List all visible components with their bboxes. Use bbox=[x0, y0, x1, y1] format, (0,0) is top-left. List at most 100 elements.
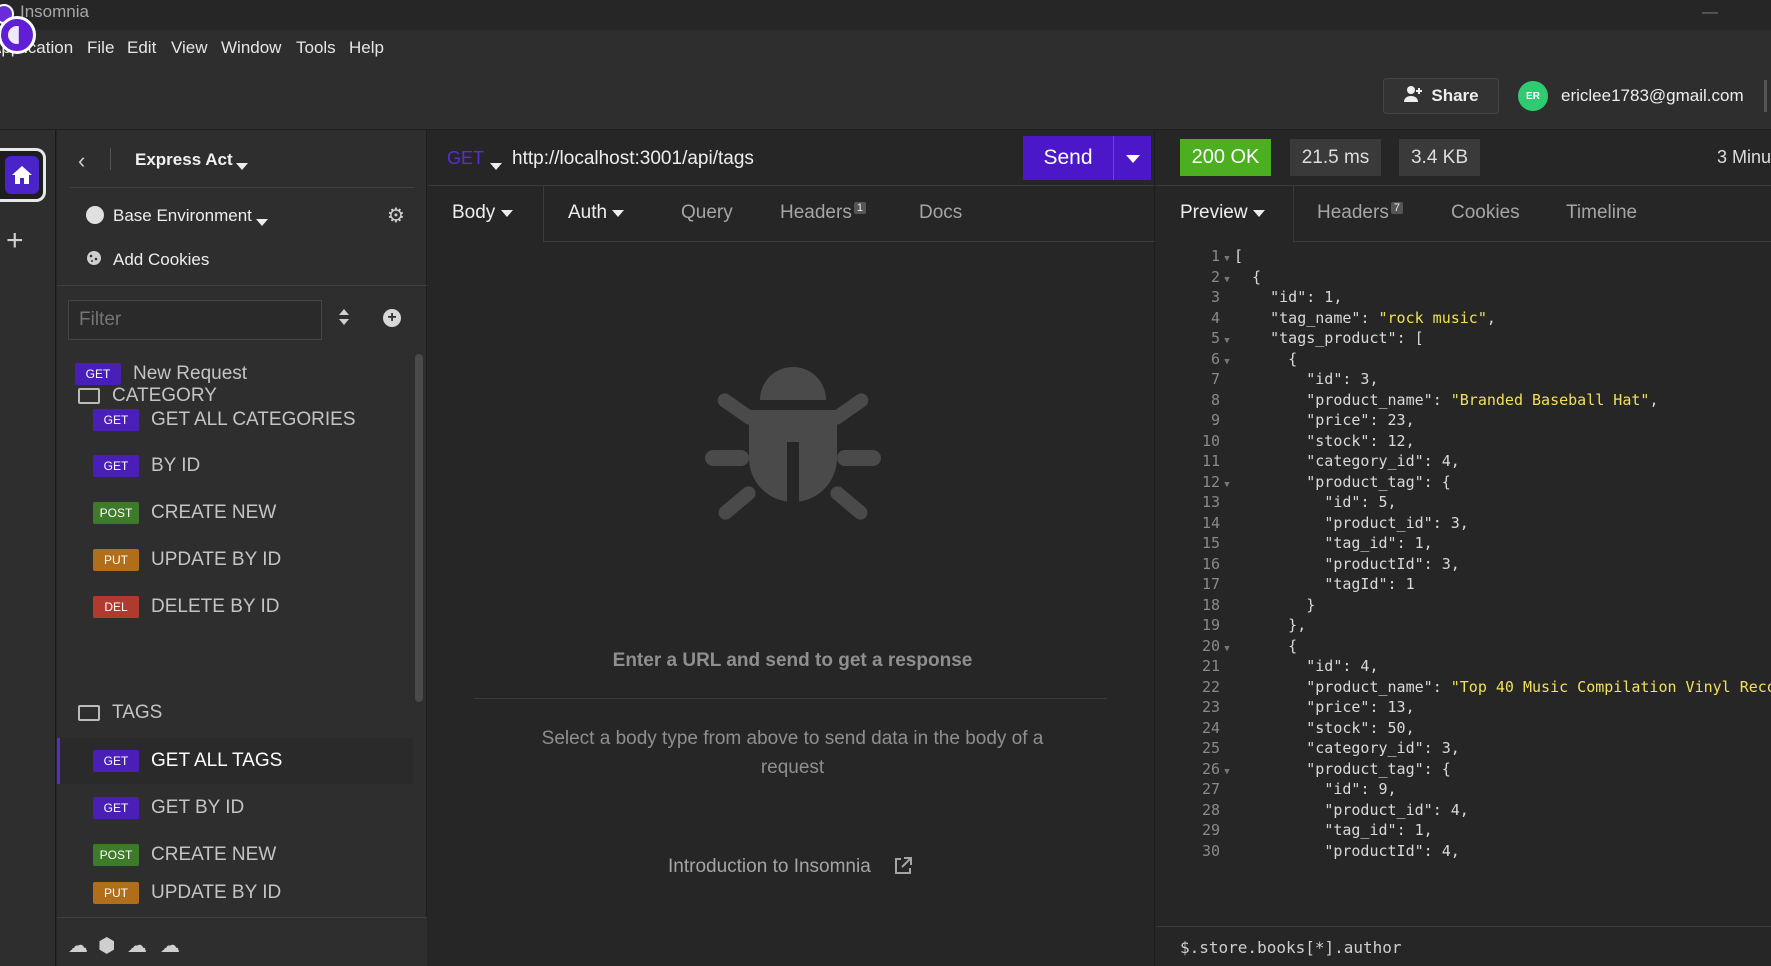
request-label: GET ALL TAGS bbox=[151, 750, 283, 771]
intro-link[interactable]: Introduction to Insomnia bbox=[668, 856, 871, 878]
request-label: GET BY ID bbox=[151, 797, 245, 818]
header-divider bbox=[1764, 80, 1767, 112]
tab-headers[interactable]: Headers 1 bbox=[780, 202, 866, 224]
chevron-down-icon[interactable] bbox=[490, 155, 502, 176]
filter-input[interactable] bbox=[68, 300, 322, 340]
chevron-down-icon[interactable] bbox=[256, 211, 268, 232]
url-input[interactable]: http://localhost:3001/api/tags bbox=[512, 148, 754, 170]
response-body-viewer[interactable]: 1 ▼[2 ▼ {3 "id": 1, 4 "tag_name": "rock mus… bbox=[1156, 248, 1771, 920]
send-button[interactable]: Send bbox=[1023, 136, 1113, 180]
avatar[interactable]: ER bbox=[1518, 81, 1548, 111]
request-item-get-all-tags[interactable]: GET GET ALL TAGS bbox=[57, 738, 413, 784]
divider bbox=[544, 241, 1155, 242]
home-icon bbox=[4, 156, 39, 194]
menu-edit[interactable]: Edit bbox=[127, 38, 156, 58]
request-item-create-new[interactable]: POST CREATE NEW bbox=[57, 490, 413, 536]
add-request-icon[interactable]: + bbox=[383, 309, 401, 327]
share-label: Share bbox=[1431, 86, 1479, 105]
menu-view[interactable]: View bbox=[171, 38, 208, 58]
gear-icon[interactable]: ⚙ bbox=[387, 203, 405, 228]
code-text: "tag_name": "rock music", bbox=[1270, 308, 1496, 327]
chevron-left-icon[interactable]: ‹ bbox=[78, 148, 85, 174]
environment-selector[interactable]: Base Environment bbox=[113, 206, 252, 226]
chevron-down-icon[interactable] bbox=[236, 155, 248, 176]
code-text: "product_name": "Branded Baseball Hat", bbox=[1306, 390, 1659, 409]
project-name[interactable]: Express Act bbox=[135, 150, 233, 170]
cloud-upload-icon[interactable]: ☁ bbox=[160, 933, 180, 958]
share-button[interactable]: Share bbox=[1383, 78, 1499, 114]
request-item-get-all-categories[interactable]: GET GET ALL CATEGORIES bbox=[57, 397, 413, 443]
code-text: "id": 4, bbox=[1306, 657, 1379, 675]
title-bar: Insomnia — bbox=[0, 0, 1771, 30]
code-text: "product_id": 4, bbox=[1324, 800, 1469, 819]
menu-file[interactable]: File bbox=[87, 38, 114, 58]
tab-auth[interactable]: Auth bbox=[568, 202, 625, 224]
request-label: GET ALL CATEGORIES bbox=[151, 409, 356, 430]
method-badge: PUT bbox=[93, 882, 139, 904]
tab-label: Headers bbox=[1317, 202, 1389, 223]
folder-tags[interactable]: TAGS bbox=[78, 702, 162, 724]
code-text: "product_name": "Top 40 Music Compilatio… bbox=[1306, 677, 1771, 696]
code-line: 30 "productId": 4, bbox=[1156, 840, 1460, 863]
response-filter-input[interactable]: $.store.books[*].author bbox=[1180, 938, 1402, 957]
sidebar-scrollbar[interactable] bbox=[415, 354, 423, 702]
method-selector[interactable]: GET bbox=[447, 148, 484, 169]
request-label: DELETE BY ID bbox=[151, 596, 280, 617]
tab-response-headers[interactable]: Headers 7 bbox=[1317, 202, 1403, 224]
home-button[interactable] bbox=[0, 148, 46, 202]
minimize-icon[interactable]: — bbox=[1702, 4, 1718, 22]
sort-icon[interactable] bbox=[338, 308, 350, 327]
cube-icon[interactable]: ⬢ bbox=[98, 933, 115, 958]
request-item-delete-by-id[interactable]: DEL DELETE BY ID bbox=[57, 584, 413, 630]
method-badge: GET bbox=[75, 363, 121, 385]
cloud-download-icon[interactable]: ☁ bbox=[127, 933, 147, 958]
request-item-update-by-id[interactable]: PUT UPDATE BY ID bbox=[57, 870, 413, 916]
request-item-update-by-id[interactable]: PUT UPDATE BY ID bbox=[57, 537, 413, 583]
request-pane bbox=[428, 130, 1155, 966]
request-label: BY ID bbox=[151, 455, 201, 476]
code-text: "tag_id": 1, bbox=[1324, 821, 1433, 839]
add-cookies-button[interactable]: Add Cookies bbox=[113, 250, 209, 270]
menu-help[interactable]: Help bbox=[349, 38, 384, 58]
app-header bbox=[0, 60, 1771, 130]
request-item-get-by-id[interactable]: GET GET BY ID bbox=[57, 785, 413, 831]
tab-timeline[interactable]: Timeline bbox=[1566, 202, 1637, 224]
code-text: "productId": 3, bbox=[1324, 554, 1460, 573]
menu-tools[interactable]: Tools bbox=[296, 38, 336, 58]
code-text: [ bbox=[1234, 248, 1244, 265]
code-text: } bbox=[1234, 595, 1316, 614]
code-text: "id": 1, bbox=[1270, 288, 1343, 306]
divider bbox=[1294, 241, 1771, 242]
method-badge: GET bbox=[93, 409, 139, 431]
tab-query[interactable]: Query bbox=[681, 202, 733, 224]
folder-label: TAGS bbox=[112, 702, 163, 723]
cookie-icon bbox=[86, 250, 102, 271]
divider bbox=[474, 698, 1107, 699]
method-badge: POST bbox=[93, 844, 139, 866]
environment-color-icon bbox=[86, 206, 104, 224]
chevron-down-icon bbox=[612, 202, 625, 223]
tab-preview[interactable]: Preview bbox=[1180, 202, 1265, 224]
chevron-down-icon bbox=[1252, 202, 1265, 223]
add-user-icon bbox=[1403, 85, 1423, 108]
request-item-by-id[interactable]: GET BY ID bbox=[57, 443, 413, 489]
user-email[interactable]: ericlee1783@gmail.com bbox=[1561, 86, 1744, 106]
code-text: "category_id": 4, bbox=[1306, 452, 1460, 470]
method-badge: PUT bbox=[93, 549, 139, 571]
response-time-badge: 21.5 ms bbox=[1290, 139, 1381, 176]
request-label: CREATE NEW bbox=[151, 844, 277, 865]
new-project-icon[interactable]: + bbox=[6, 224, 24, 258]
tab-cookies[interactable]: Cookies bbox=[1451, 202, 1520, 224]
tab-docs[interactable]: Docs bbox=[919, 202, 962, 224]
empty-state-text: Select a body type from above to send da… bbox=[541, 728, 1044, 778]
chevron-down-icon bbox=[1125, 148, 1140, 169]
send-options-button[interactable] bbox=[1113, 136, 1151, 180]
code-text: "product_id": 3, bbox=[1324, 513, 1469, 532]
tab-body[interactable]: Body bbox=[452, 202, 513, 224]
headers-count-badge: 7 bbox=[1390, 202, 1403, 214]
request-label: CREATE NEW bbox=[151, 502, 277, 523]
cloud-icon[interactable]: ☁ bbox=[68, 933, 88, 958]
menu-window[interactable]: Window bbox=[221, 38, 281, 58]
divider bbox=[70, 187, 414, 188]
external-link-icon[interactable] bbox=[893, 856, 913, 882]
